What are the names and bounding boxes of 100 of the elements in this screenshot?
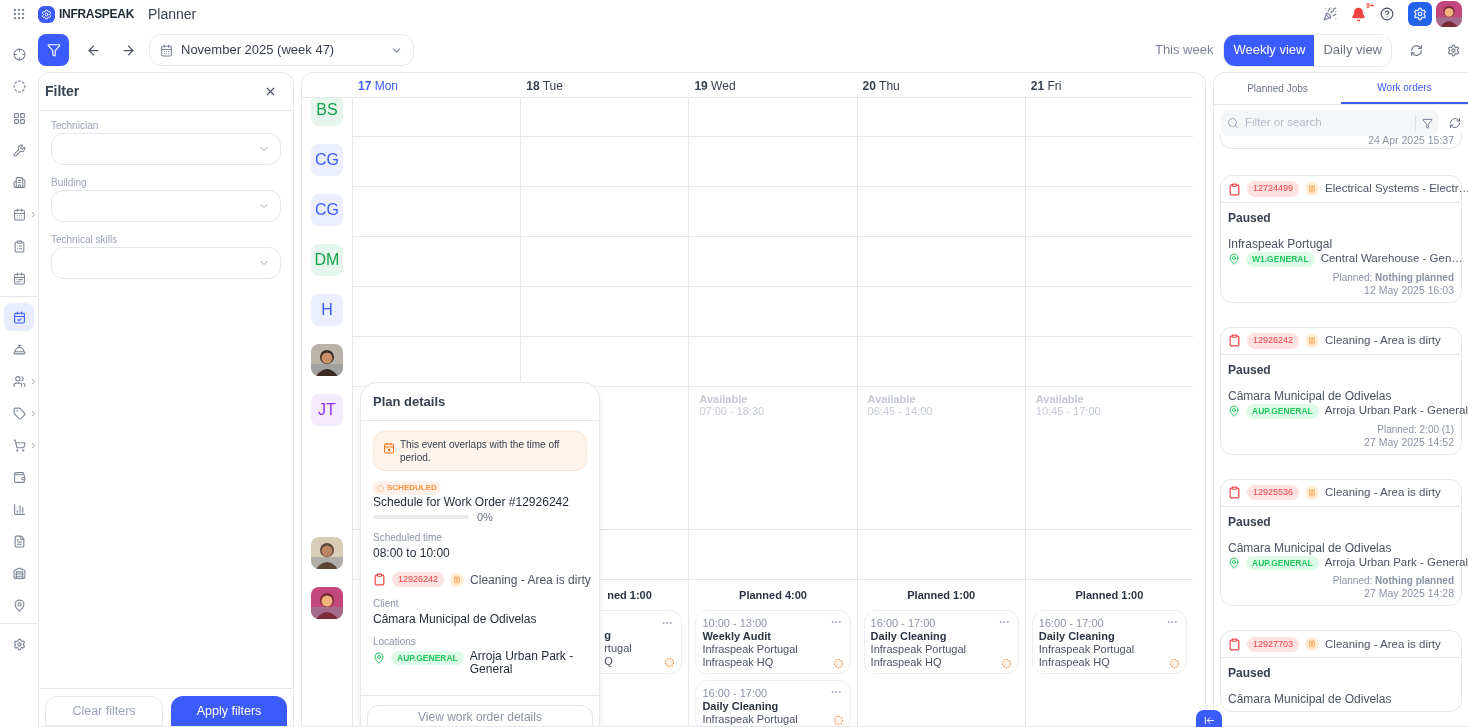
calendar-cell[interactable] (352, 98, 521, 137)
calendar-cell[interactable] (1024, 530, 1193, 580)
event-card[interactable]: 16:00 - 17:00 Daily Cleaning Infraspeak Portugal (695, 679, 851, 726)
app-switcher-button[interactable] (1408, 2, 1432, 26)
calendar-cell[interactable] (1024, 237, 1193, 287)
calendar-cell[interactable] (520, 187, 689, 237)
party-popper-icon[interactable] (1323, 7, 1337, 21)
calendar-cell[interactable] (688, 530, 857, 580)
event-card[interactable]: 16:00 - 17:00 Daily Cleaning Infraspeak Portugal Infraspeak HQ (1031, 609, 1187, 674)
apps-grid-icon[interactable] (12, 7, 26, 21)
avatar: JT (311, 394, 343, 426)
dashed-circle-icon (664, 656, 676, 668)
next-arrow-icon[interactable] (121, 42, 136, 58)
calendar-cell[interactable] (520, 98, 689, 137)
calendar-cell[interactable] (352, 137, 521, 187)
progress-reading: 0% (477, 510, 493, 525)
planned-summary: Planned: Nothing planned (1332, 270, 1454, 284)
availability-hours: 10:45 - 17:00 (1035, 405, 1101, 417)
calendar-cell[interactable] (856, 237, 1025, 287)
calendar-cell[interactable] (1024, 287, 1193, 337)
collapse-button[interactable] (1196, 710, 1222, 727)
work-order-title: Electrical Systems - Electr… (1325, 181, 1468, 197)
client-name: Câmara Municipal de Odivelas (1228, 388, 1392, 403)
select-field[interactable] (51, 247, 281, 279)
created-date: 27 May 2025 14:52 (1364, 435, 1454, 449)
client-name: Câmara Municipal de Odivelas (1228, 692, 1392, 707)
calendar-cell[interactable]: Planned 1:00 16:00 - 17:00 Daily Cleaning Infraspeak Portugal Infraspeak HQ (856, 580, 1025, 726)
calendar-cell[interactable] (688, 287, 857, 337)
calendar-cell[interactable] (520, 137, 689, 187)
close-icon[interactable] (264, 85, 277, 98)
clipboard-icon (373, 573, 386, 586)
calendar-x-icon (383, 442, 395, 454)
status-text: Paused (1228, 513, 1271, 531)
calendar-cell[interactable] (688, 237, 857, 287)
calendar-cell[interactable]: Planned 1:00 16:00 - 17:00 Daily Cleaning Infraspeak Portugal Infraspeak HQ (1024, 580, 1193, 726)
day-header: 20 Thu (861, 78, 901, 95)
building-icon (12, 175, 26, 189)
status-text: Paused (1228, 210, 1271, 227)
refresh-icon[interactable] (1449, 117, 1461, 129)
work-order-card[interactable]: 12927703 Cleaning - Area is dirty Paused Câmara Municipal de Odivelas (1220, 630, 1462, 713)
this-week-button[interactable]: This week (1154, 40, 1214, 60)
event-text: rtugal (604, 641, 632, 655)
calendar-cell[interactable] (352, 237, 521, 287)
calendar-cell[interactable] (520, 287, 689, 337)
calendar-cell[interactable] (856, 337, 1025, 387)
day-header: 19 Wed (693, 78, 737, 95)
location-name: Central Warehouse - Gen… (1320, 251, 1463, 265)
calendar-cell[interactable] (856, 98, 1025, 137)
help-icon[interactable] (1380, 7, 1394, 21)
calendar-cell[interactable] (520, 237, 689, 287)
filter-button[interactable] (38, 34, 69, 66)
created-date: 12 May 2025 16:03 (1364, 283, 1454, 297)
calendar-cell[interactable] (352, 287, 521, 337)
calendar-cell[interactable]: Planned 4:00 10:00 - 13:00 Weekly Audit Infraspeak Portugal Infraspeak HQ 16:00 - 17:00 Daily Cleaning Infraspeak Portugal (688, 580, 857, 726)
calendar-icon (160, 43, 173, 57)
calendar-cell[interactable] (688, 98, 857, 137)
pause-icon (1305, 182, 1320, 196)
panel-title: Filter (45, 82, 80, 101)
settings-icon (1413, 7, 1427, 21)
select-field[interactable] (51, 133, 281, 165)
search-bar[interactable]: Filter or search (1221, 110, 1439, 136)
settings-icon[interactable] (1447, 43, 1460, 57)
view-toggle[interactable]: Weekly view (1224, 34, 1315, 66)
event-card[interactable]: 16:00 - 17:00 Daily Cleaning Infraspeak Portugal Infraspeak HQ (863, 609, 1019, 674)
work-order-title: Cleaning - Area is dirty (1325, 333, 1441, 349)
planned-summary: Planned: Nothing planned (1332, 574, 1454, 588)
calendar-cell[interactable] (1024, 137, 1193, 187)
period-select[interactable]: November 2025 (week 47) (149, 34, 414, 66)
calendar-cell[interactable] (688, 187, 857, 237)
filter-icon[interactable] (1422, 117, 1433, 129)
dashed-circle-icon (12, 79, 26, 93)
panel-tab[interactable]: Planned Jobs (1214, 73, 1341, 104)
apply-button[interactable]: Apply filters (171, 696, 287, 726)
calendar-cell[interactable] (856, 187, 1025, 237)
notification-bell-icon[interactable] (1351, 6, 1366, 22)
client-name: Infraspeak Portugal (1228, 237, 1333, 251)
settings-icon (12, 637, 26, 651)
field-label: Client (373, 597, 399, 610)
calendar-cell[interactable] (856, 530, 1025, 580)
calendar-icon (12, 207, 26, 221)
event-site: Infraspeak HQ (702, 655, 774, 669)
nav-item[interactable] (4, 303, 34, 331)
panel-tab[interactable]: Work orders (1341, 73, 1468, 104)
availability-hours: 07:00 - 18:30 (699, 405, 765, 417)
avatar: H (311, 294, 343, 326)
search-field[interactable]: Filter or search (1245, 114, 1409, 132)
calendar-cell[interactable] (1024, 187, 1193, 237)
calendar-cell[interactable] (688, 337, 857, 387)
event-card[interactable]: 10:00 - 13:00 Weekly Audit Infraspeak Portugal Infraspeak HQ (695, 609, 851, 674)
bar-chart-icon (12, 502, 26, 516)
calendar-cell[interactable] (352, 187, 521, 237)
calendar-cell[interactable] (1024, 98, 1193, 137)
calendar-cell[interactable] (856, 287, 1025, 337)
select-field[interactable] (51, 190, 281, 222)
planned-total: Planned 1:00 (1075, 588, 1144, 603)
calendar-cell[interactable] (1024, 337, 1193, 387)
status-badge: SCHEDULED (373, 481, 441, 495)
refresh-icon[interactable] (1410, 43, 1423, 57)
calendar-cell[interactable] (856, 137, 1025, 187)
calendar-cell[interactable] (688, 137, 857, 187)
